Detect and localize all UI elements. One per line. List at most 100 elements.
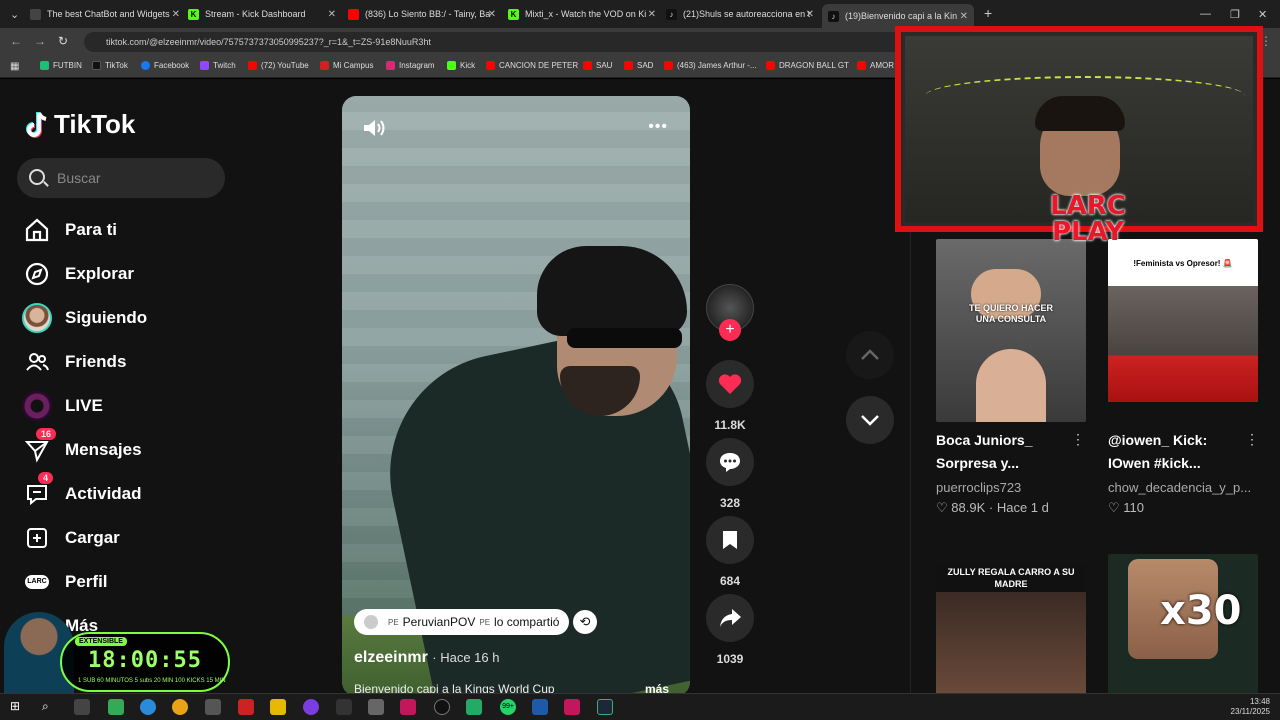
- obs-icon[interactable]: [434, 699, 450, 715]
- close-icon[interactable]: ✕: [648, 9, 656, 20]
- search-icon[interactable]: ⌕: [42, 699, 58, 715]
- timer-value: 18:00:55: [88, 648, 202, 673]
- bookmark-dragon-ball[interactable]: DRAGON BALL GT: [766, 61, 849, 70]
- tab-chatbot[interactable]: The best ChatBot and Widgets ✕: [30, 4, 180, 24]
- bookmark-label: TikTok: [105, 61, 128, 70]
- bookmark-james-arthur[interactable]: (463) James Arthur -...: [664, 61, 757, 70]
- youtube-icon: [486, 61, 495, 70]
- bookmark-facebook[interactable]: Facebook: [141, 61, 189, 70]
- tab-kick-dashboard[interactable]: K Stream - Kick Dashboard ✕: [188, 4, 336, 24]
- nav-siguiendo[interactable]: Siguiendo: [22, 303, 147, 333]
- nav-cargar[interactable]: Cargar: [22, 523, 120, 553]
- bookmark-amor[interactable]: AMOR: [857, 61, 894, 70]
- window-close-icon[interactable]: ✕: [1258, 8, 1267, 21]
- windows-start-icon[interactable]: ⊞: [10, 699, 26, 715]
- recommended-thumb-1[interactable]: TE QUIERO HACER UNA CONSULTA: [936, 239, 1086, 422]
- system-clock[interactable]: 13:48 23/11/2025: [1231, 697, 1270, 717]
- like-button[interactable]: 11.8K: [706, 360, 754, 432]
- bookmark-label: Facebook: [154, 61, 190, 70]
- nav-friends[interactable]: Friends: [22, 347, 126, 377]
- tab-search-icon[interactable]: ⌄: [10, 8, 19, 21]
- bookmark-cancion[interactable]: CANCION DE PETER: [486, 61, 578, 70]
- recommended-thumb-3[interactable]: ZULLY REGALA CARRO A SU MADRE: [936, 564, 1086, 694]
- recommended-thumb-2[interactable]: !Feminista vs Opresor! 🚨: [1108, 239, 1258, 402]
- whatsapp-icon[interactable]: 99+: [500, 699, 516, 715]
- app-icon[interactable]: [368, 699, 384, 715]
- repost-icon[interactable]: ⟲: [573, 610, 597, 634]
- word-icon[interactable]: [532, 699, 548, 715]
- browser-tab-bar: ⌄ The best ChatBot and Widgets ✕ K Stream …: [0, 0, 1280, 28]
- save-button[interactable]: 684: [706, 516, 754, 588]
- bookmark-mi-campus[interactable]: Mi Campus: [320, 61, 373, 70]
- nav-mensajes[interactable]: 16 Mensajes: [22, 428, 142, 465]
- comment-button[interactable]: 328: [706, 438, 754, 510]
- nav-live[interactable]: LIVE: [22, 391, 103, 421]
- app-icon[interactable]: [303, 699, 319, 715]
- steam-icon[interactable]: [597, 699, 613, 715]
- new-tab-icon[interactable]: +: [984, 5, 992, 21]
- follow-plus-icon[interactable]: +: [719, 319, 741, 341]
- tab-kick-vod[interactable]: K Mixti_x - Watch the VOD on Ki ✕: [508, 4, 656, 24]
- close-icon[interactable]: ✕: [328, 9, 336, 20]
- recommended-title[interactable]: Boca Juniors_ Sorpresa y...: [936, 429, 1076, 475]
- minimize-icon[interactable]: —: [1200, 8, 1211, 20]
- tab-tiktok-active[interactable]: ♪ (19)Bienvenido capi a la Kin ✕: [822, 4, 974, 28]
- close-icon[interactable]: ✕: [806, 9, 814, 20]
- back-icon[interactable]: ←: [10, 34, 22, 48]
- nav-para-ti[interactable]: Para ti: [22, 215, 117, 245]
- close-icon[interactable]: ✕: [172, 9, 180, 20]
- task-view-icon[interactable]: [74, 699, 90, 715]
- close-icon[interactable]: ✕: [488, 9, 496, 20]
- bookmark-youtube[interactable]: (72) YouTube: [248, 61, 309, 70]
- bookmark-label: Mi Campus: [333, 61, 374, 70]
- chatbot-favicon-icon: [30, 8, 41, 20]
- next-video-button[interactable]: [846, 396, 894, 444]
- tab-tiktok-shuls[interactable]: ♪ (21)Shuls se autoreacciona en t ✕: [666, 4, 814, 24]
- app-icon[interactable]: [564, 699, 580, 715]
- app-icon[interactable]: [400, 699, 416, 715]
- bookmark-futbin[interactable]: FUTBIN: [40, 61, 82, 70]
- video-author[interactable]: elzeeinmr · Hace 16 h: [354, 649, 499, 667]
- volume-icon[interactable]: [362, 118, 386, 138]
- bookmark-tiktok[interactable]: TikTok: [92, 61, 128, 70]
- recommended-user[interactable]: chow_decadencia_y_p...: [1108, 480, 1251, 495]
- forward-icon[interactable]: →: [34, 34, 46, 48]
- bookmark-kick[interactable]: Kick: [447, 61, 475, 70]
- bookmark-instagram[interactable]: Instagram: [386, 61, 435, 70]
- store-icon[interactable]: [108, 699, 124, 715]
- nav-explorar[interactable]: Explorar: [22, 259, 134, 289]
- tiktok-logo[interactable]: TikTok: [24, 109, 135, 140]
- nav-actividad[interactable]: 4 Actividad: [22, 472, 142, 509]
- nav-perfil[interactable]: LARC Perfil: [22, 567, 108, 597]
- video-options-icon[interactable]: •••: [648, 118, 668, 136]
- recommended-user[interactable]: puerroclips723: [936, 480, 1021, 495]
- app-icon[interactable]: [205, 699, 221, 715]
- chrome-icon[interactable]: [172, 699, 188, 715]
- apps-icon[interactable]: ▦: [10, 61, 19, 72]
- video-player[interactable]: •••: [342, 96, 690, 696]
- calculator-icon[interactable]: [466, 699, 482, 715]
- previous-video-button[interactable]: [846, 331, 894, 379]
- share-button[interactable]: 1039: [706, 594, 754, 666]
- app-icon[interactable]: [238, 699, 254, 715]
- recommended-thumb-4[interactable]: x30: [1108, 554, 1258, 694]
- bookmark-twitch[interactable]: Twitch: [200, 61, 236, 70]
- folder-icon[interactable]: [270, 699, 286, 715]
- bookmark-sau[interactable]: SAU: [583, 61, 612, 70]
- reload-icon[interactable]: ↻: [58, 34, 68, 48]
- close-icon[interactable]: ✕: [960, 11, 968, 22]
- bookmark-sad[interactable]: SAD: [624, 61, 653, 70]
- shared-by-pill[interactable]: PE PeruvianPOV PE lo compartió: [354, 609, 570, 635]
- tiktok-note-icon: [24, 111, 48, 139]
- edge-icon[interactable]: [140, 699, 156, 715]
- more-options-icon[interactable]: ⋮: [1071, 431, 1085, 448]
- recommended-title[interactable]: @iowen_ Kick: IOwen #kick...: [1108, 429, 1248, 475]
- tab-youtube[interactable]: (836) Lo Siento BB:/ - Tainy, Ba ✕: [348, 4, 496, 24]
- url-field[interactable]: tiktok.com/@elzeeinmr/video/757573737305…: [84, 32, 964, 52]
- more-options-icon[interactable]: ⋮: [1245, 431, 1259, 448]
- bookmark-label: (72) YouTube: [261, 61, 309, 70]
- app-icon[interactable]: [336, 699, 352, 715]
- maximize-icon[interactable]: ❐: [1230, 8, 1240, 21]
- country-flag: PE: [479, 617, 491, 627]
- search-input[interactable]: Buscar: [17, 158, 225, 198]
